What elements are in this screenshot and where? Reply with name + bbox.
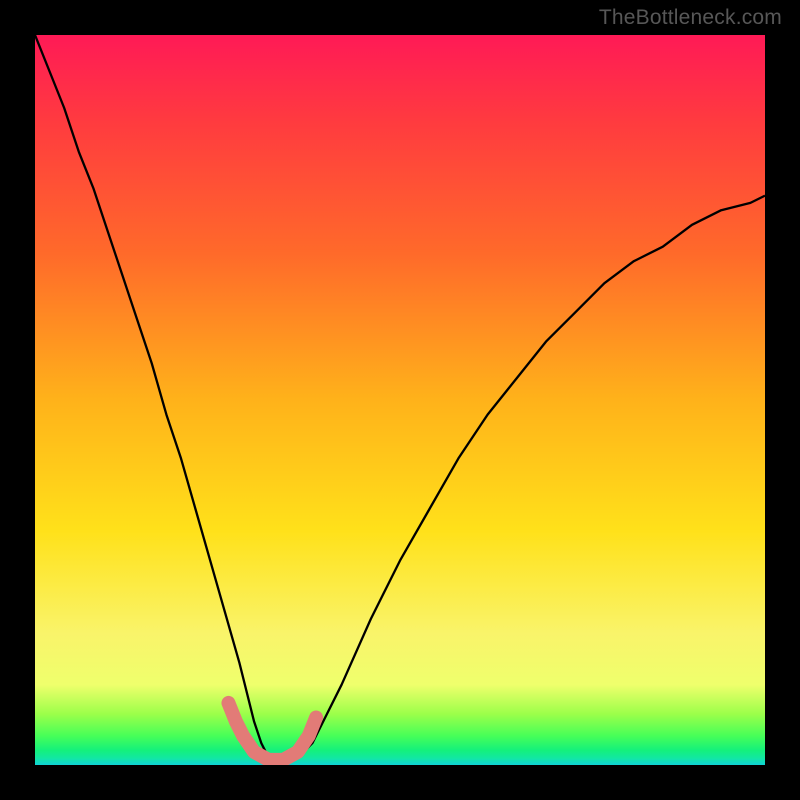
bottleneck-curve — [35, 35, 765, 765]
watermark-text: TheBottleneck.com — [599, 6, 782, 30]
chart-stage: TheBottleneck.com — [0, 0, 800, 800]
plot-area — [35, 35, 765, 765]
curve-layer — [35, 35, 765, 765]
trough-marker-curve — [228, 703, 316, 760]
